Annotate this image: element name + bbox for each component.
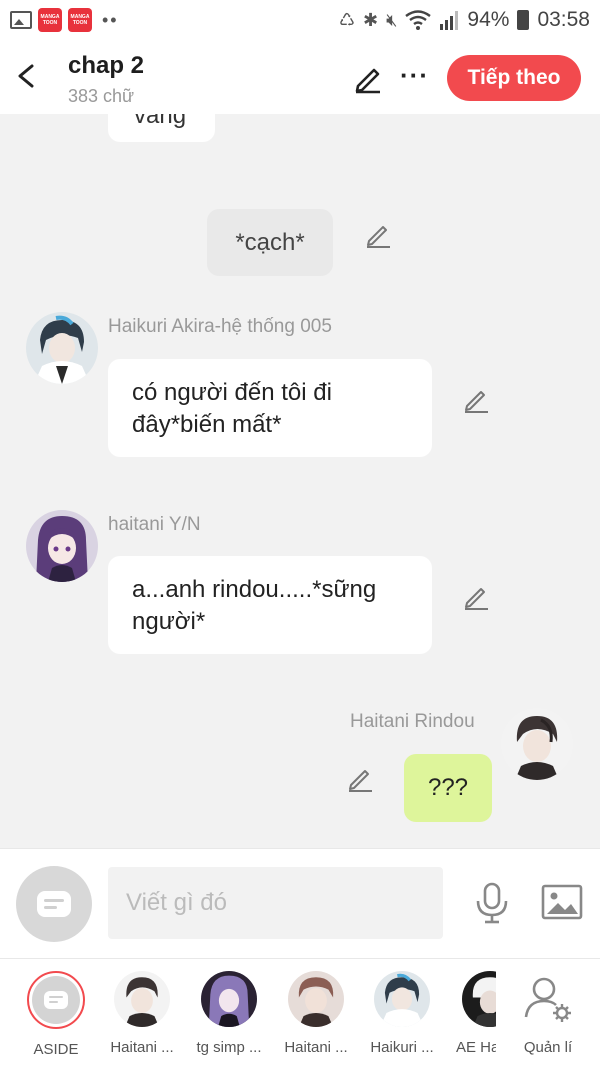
edit-message-pencil-icon[interactable]	[462, 386, 490, 414]
message-input[interactable]	[108, 867, 443, 939]
image-icon	[541, 884, 583, 920]
aside-toggle-button[interactable]	[16, 866, 92, 942]
character-label: Haikuri ...	[370, 1039, 434, 1056]
edit-message-pencil-icon[interactable]	[364, 221, 392, 249]
chat-bubble-icon	[44, 991, 68, 1009]
character-label: Haitani ...	[110, 1039, 174, 1056]
character-avatar	[114, 971, 170, 1027]
character-bar: ASIDE Haitani ... tg simp ... Haitani ..…	[0, 958, 600, 1067]
chapter-header: chap 2 383 chữ ··· Tiếp theo	[0, 40, 600, 114]
next-button[interactable]: Tiếp theo	[447, 55, 581, 101]
character-avatar	[462, 971, 496, 1027]
character-haitani-2[interactable]: Haitani ...	[276, 971, 356, 1056]
insert-image-button[interactable]	[541, 883, 583, 921]
data-saver-icon: ♺	[338, 9, 355, 30]
character-label: tg simp ...	[196, 1039, 262, 1056]
message-bubble-partial[interactable]: vàng	[108, 114, 215, 142]
narration-bubble[interactable]: *cạch*	[207, 209, 333, 276]
mangatoon-notification-icon-2: MANGA TOON	[68, 8, 92, 32]
character-haitani-1[interactable]: Haitani ...	[102, 971, 182, 1056]
edit-message-pencil-icon[interactable]	[462, 583, 490, 611]
battery-percent: 94%	[467, 8, 510, 31]
avatar-haikuri-akira[interactable]	[26, 312, 98, 384]
character-aside[interactable]: ASIDE	[16, 971, 96, 1058]
chat-bubble-icon	[37, 891, 71, 917]
back-button[interactable]	[14, 60, 42, 92]
self-message-bubble[interactable]: ???	[404, 754, 492, 822]
chapter-title: chap 2	[68, 52, 145, 79]
avatar-image	[26, 312, 98, 384]
character-avatar	[288, 971, 344, 1027]
clock: 03:58	[537, 8, 590, 31]
battery-icon	[517, 10, 530, 30]
avatar-image	[501, 708, 573, 780]
gallery-notification-icon	[10, 11, 32, 29]
mute-icon: 🔇︎	[386, 9, 398, 30]
chat-area[interactable]: vàng *cạch* Haikuri Akira-hệ thống 005 c…	[0, 114, 600, 848]
more-options-button[interactable]: ···	[400, 60, 429, 91]
input-bar	[0, 848, 600, 958]
character-label: ASIDE	[33, 1041, 79, 1058]
character-ae-ha[interactable]: AE Ha	[444, 971, 496, 1056]
character-avatar	[201, 971, 257, 1027]
sender-name: Haikuri Akira-hệ thống 005	[108, 316, 332, 337]
microphone-icon	[476, 882, 508, 924]
avatar-image	[26, 510, 98, 582]
manage-user-icon	[520, 971, 576, 1027]
microphone-button[interactable]	[472, 881, 512, 925]
wifi-icon	[405, 10, 432, 30]
signal-icon	[440, 11, 459, 30]
aside-avatar	[27, 971, 85, 1029]
pencil-icon	[355, 68, 380, 94]
character-label: AE Ha	[456, 1039, 496, 1056]
character-haikuri[interactable]: Haikuri ...	[362, 971, 442, 1056]
message-bubble[interactable]: a...anh rindou.....*sững người*	[108, 556, 432, 654]
mangatoon-notification-icon: MANGA TOON	[38, 8, 62, 32]
avatar-haitani-yn[interactable]	[26, 510, 98, 582]
edit-message-pencil-icon[interactable]	[346, 765, 374, 793]
more-notifications-indicator: ••	[102, 9, 119, 30]
sender-name: Haitani Rindou	[350, 711, 475, 732]
word-count: 383 chữ	[68, 86, 135, 106]
character-label: Quản lí	[523, 1039, 573, 1056]
bluetooth-icon: ✱	[362, 9, 379, 30]
character-tg-simp[interactable]: tg simp ...	[189, 971, 269, 1056]
character-label: Haitani ...	[284, 1039, 348, 1056]
chevron-left-icon	[18, 64, 34, 88]
edit-title-button[interactable]	[352, 62, 384, 94]
message-bubble[interactable]: có người đến tôi đi đây*biến mất*	[108, 359, 432, 457]
character-avatar	[374, 971, 430, 1027]
avatar-haitani-rindou[interactable]	[501, 708, 573, 780]
sender-name: haitani Y/N	[108, 514, 201, 535]
status-bar: MANGA TOON MANGA TOON •• ♺ ✱ 🔇︎ 94% 03:5…	[0, 0, 600, 40]
manage-characters-button[interactable]: Quản lí	[508, 971, 588, 1056]
